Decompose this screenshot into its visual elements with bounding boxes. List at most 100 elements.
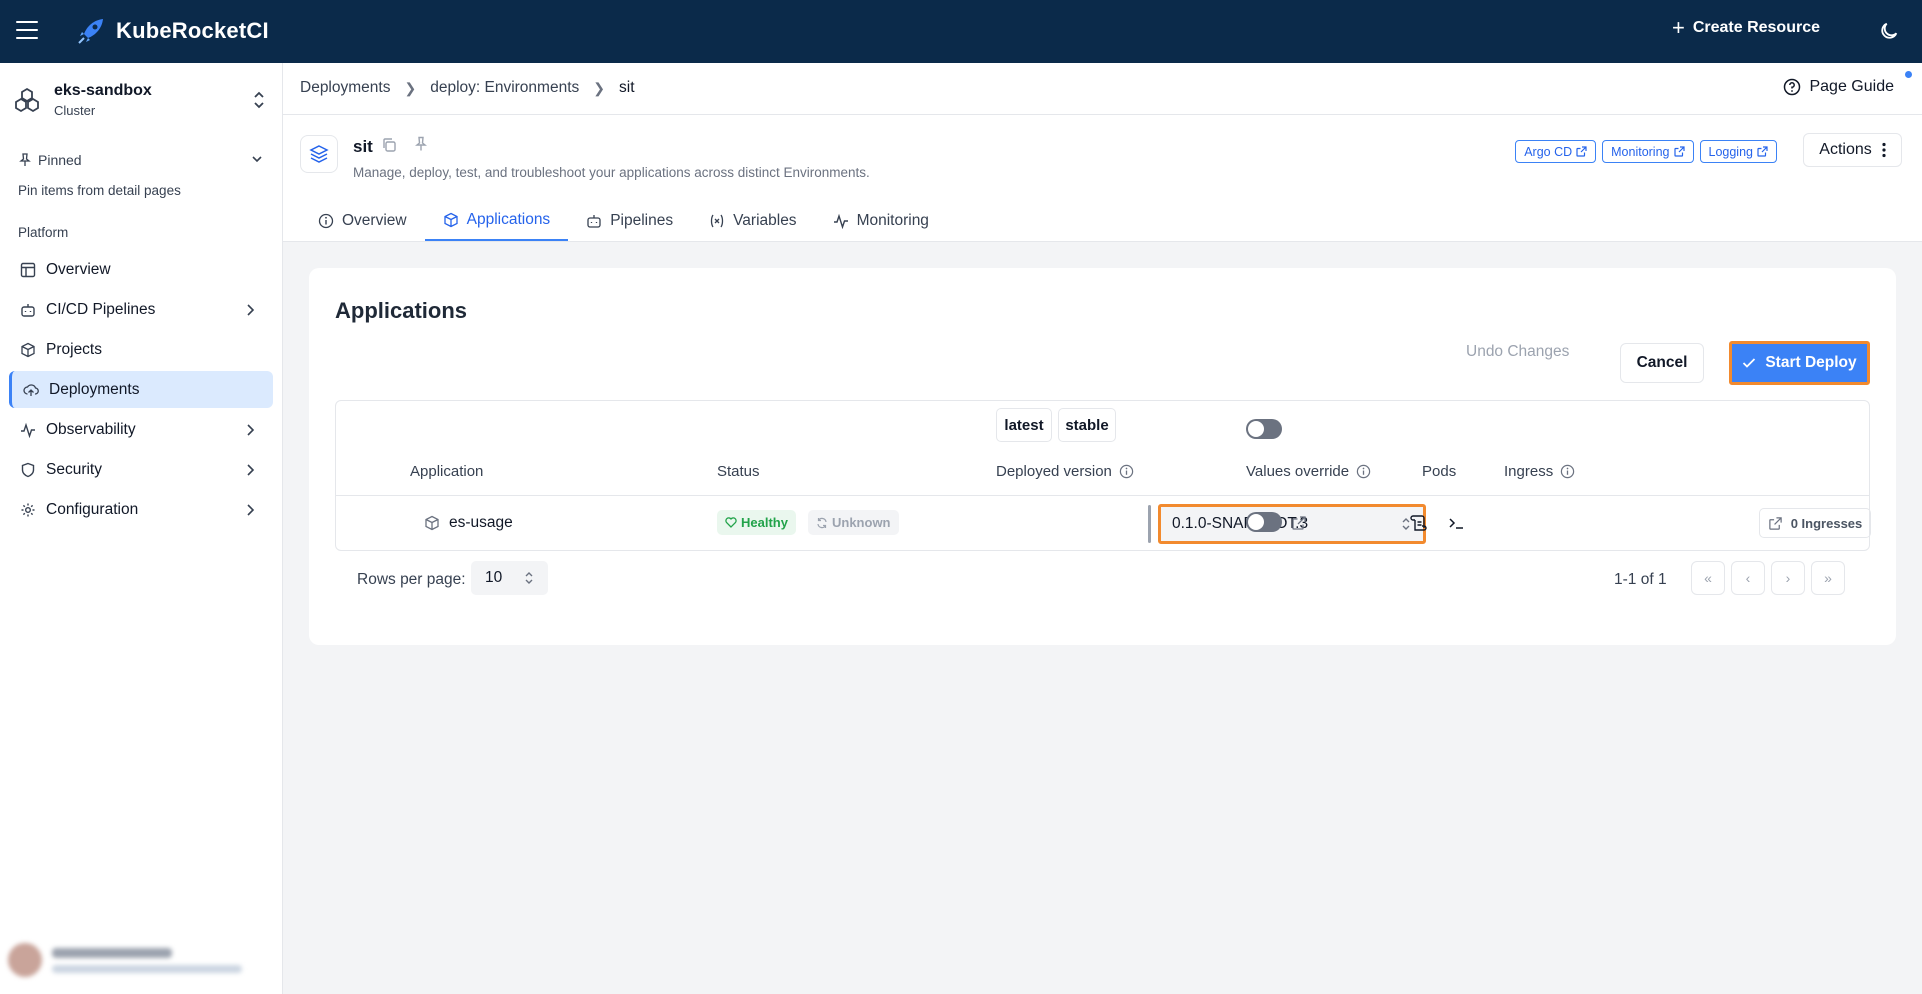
pin-icon <box>19 153 31 166</box>
info-icon[interactable] <box>1560 464 1575 479</box>
column-header-status[interactable]: Status <box>717 463 760 480</box>
cluster-icon <box>15 87 39 113</box>
environment-header: sit Manage, deploy, test, and troublesho… <box>283 115 1922 242</box>
argocd-link[interactable]: Argo CD <box>1515 140 1597 163</box>
info-icon[interactable] <box>1356 464 1371 479</box>
menu-icon[interactable] <box>16 21 38 41</box>
sidebar-item-deployments[interactable]: Deployments <box>9 371 273 408</box>
column-label: Status <box>717 463 760 480</box>
cluster-type: Cluster <box>54 103 96 118</box>
values-override-all-toggle[interactable] <box>1246 419 1282 439</box>
undo-changes-button[interactable]: Undo Changes <box>1466 343 1569 361</box>
next-page-button[interactable]: › <box>1771 561 1805 595</box>
stable-version-button[interactable]: stable <box>1058 408 1116 442</box>
sidebar-item-overview[interactable]: Overview <box>9 251 273 288</box>
sidebar-item-configuration[interactable]: Configuration <box>9 491 273 528</box>
pagination-controls: « ‹ › » <box>1691 561 1845 595</box>
tab-label: Variables <box>733 212 797 229</box>
tab-monitoring[interactable]: Monitoring <box>815 201 947 241</box>
column-header-ingress: Ingress <box>1504 463 1575 480</box>
sidebar-item-security[interactable]: Security <box>9 451 273 488</box>
rows-per-page-value: 10 <box>485 569 503 586</box>
refresh-icon <box>817 517 827 528</box>
breadcrumb-environments[interactable]: deploy: Environments <box>430 79 579 97</box>
health-status-badge: Healthy <box>717 510 796 535</box>
applications-card: Applications Undo Changes Cancel Start D… <box>309 268 1896 645</box>
last-page-button[interactable]: » <box>1811 561 1845 595</box>
page-guide-button[interactable]: Page Guide <box>1783 78 1894 96</box>
moon-icon[interactable] <box>1878 20 1900 42</box>
tab-variables[interactable]: Variables <box>691 201 814 241</box>
sidebar: eks-sandbox Cluster Pinned Pin items fro… <box>0 63 283 994</box>
chevrons-up-down-icon <box>254 91 264 109</box>
pinned-section-toggle[interactable]: Pinned <box>18 149 264 171</box>
bot-icon <box>587 215 601 228</box>
first-page-button[interactable]: « <box>1691 561 1725 595</box>
copy-icon[interactable] <box>381 137 397 153</box>
column-label: Values override <box>1246 463 1350 480</box>
actions-menu-button[interactable]: Actions <box>1803 133 1902 167</box>
help-circle-icon <box>1784 78 1801 96</box>
info-icon[interactable] <box>1119 464 1134 479</box>
create-resource-button[interactable]: + Create Resource <box>1672 17 1820 39</box>
sync-status-badge: Unknown <box>808 510 899 535</box>
tab-label: Monitoring <box>856 212 929 229</box>
sidebar-item-label: Overview <box>46 260 111 278</box>
terminal-icon[interactable] <box>1448 515 1466 531</box>
sidebar-item-label: Deployments <box>49 380 140 398</box>
monitoring-link[interactable]: Monitoring <box>1602 140 1694 163</box>
app-logo[interactable]: KubeRocketCI <box>76 16 269 46</box>
avatar <box>8 943 42 977</box>
external-links: Argo CD Monitoring Logging <box>1515 140 1777 163</box>
breadcrumb-bar: Deployments ❯ deploy: Environments ❯ sit… <box>283 63 1922 115</box>
ingresses-button[interactable]: 0 Ingresses <box>1759 508 1871 538</box>
column-label: Deployed version <box>996 463 1112 480</box>
section-title: Applications <box>335 298 468 323</box>
version-indicator <box>1148 505 1151 543</box>
top-bar: KubeRocketCI + Create Resource <box>0 0 1922 63</box>
tab-label: Applications <box>466 211 551 228</box>
tab-applications[interactable]: Applications <box>424 201 569 241</box>
column-header-application[interactable]: Application <box>410 463 483 480</box>
box-icon <box>425 515 439 531</box>
previous-page-button[interactable]: ‹ <box>1731 561 1765 595</box>
box-icon <box>21 342 35 357</box>
cloud-upload-icon <box>23 383 39 396</box>
cluster-switcher[interactable]: eks-sandbox Cluster <box>14 77 274 123</box>
tab-pipelines[interactable]: Pipelines <box>568 201 691 241</box>
application-name[interactable]: es-usage <box>449 514 513 532</box>
chevrons-up-down-icon <box>525 572 533 584</box>
column-label: Application <box>410 463 484 480</box>
sidebar-nav: Overview CI/CD Pipelines Projects Deploy… <box>9 251 273 531</box>
chevron-right-icon <box>247 504 255 516</box>
breadcrumb: Deployments ❯ deploy: Environments ❯ sit <box>300 79 635 97</box>
sidebar-item-label: Observability <box>46 420 136 438</box>
values-override-toggle[interactable] <box>1246 512 1282 532</box>
app-name: KubeRocketCI <box>116 18 269 43</box>
more-vertical-icon <box>1882 142 1886 158</box>
logs-icon[interactable] <box>1409 514 1427 532</box>
chevron-right-icon <box>247 424 255 436</box>
breadcrumb-deployments[interactable]: Deployments <box>300 79 390 97</box>
link-label: Logging <box>1708 144 1754 159</box>
tab-label: Pipelines <box>610 212 674 229</box>
rocket-icon <box>78 19 103 44</box>
external-link-icon[interactable] <box>1291 515 1307 531</box>
sidebar-item-cicd-pipelines[interactable]: CI/CD Pipelines <box>9 291 273 328</box>
start-deploy-button[interactable]: Start Deploy <box>1729 341 1870 385</box>
column-header-values-override: Values override <box>1246 463 1371 480</box>
logging-link[interactable]: Logging <box>1699 140 1777 163</box>
sidebar-item-observability[interactable]: Observability <box>9 411 273 448</box>
user-profile[interactable] <box>8 938 274 982</box>
chevron-right-icon: ❯ <box>404 79 417 96</box>
latest-version-button[interactable]: latest <box>996 408 1052 442</box>
sidebar-item-projects[interactable]: Projects <box>9 331 273 368</box>
health-status-label: Healthy <box>741 515 788 530</box>
rows-per-page-select[interactable]: 10 <box>471 561 548 595</box>
page-description: Manage, deploy, test, and troubleshoot y… <box>353 165 870 180</box>
pin-icon[interactable] <box>413 136 429 152</box>
tab-overview[interactable]: Overview <box>300 201 425 241</box>
chevron-right-icon <box>247 304 255 316</box>
cancel-button[interactable]: Cancel <box>1620 343 1704 383</box>
sidebar-item-label: Configuration <box>46 500 139 518</box>
